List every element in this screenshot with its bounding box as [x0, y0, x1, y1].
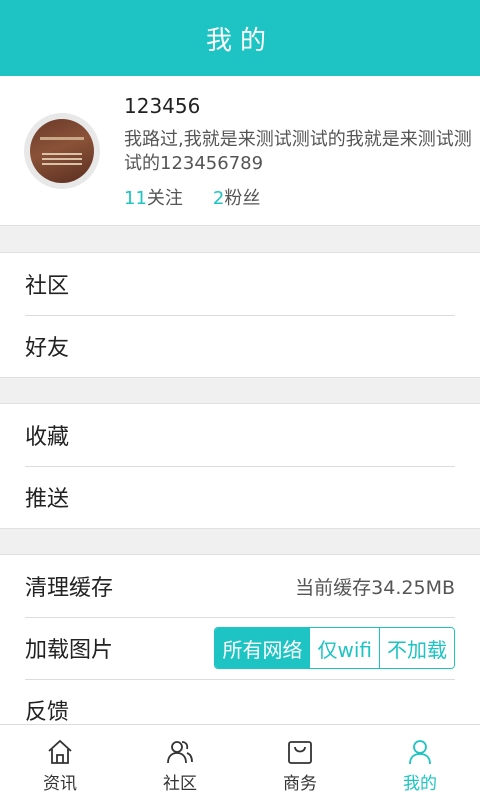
fans-label: 粉丝 — [224, 188, 261, 209]
menu-item-label: 收藏 — [25, 425, 70, 450]
menu-item-label: 清理缓存 — [25, 576, 114, 601]
menu-item-clear-cache[interactable]: 清理缓存 当前缓存34.25MB — [0, 555, 480, 617]
menu-item-label: 反馈 — [25, 700, 70, 725]
fans-count: 2 — [212, 188, 225, 209]
people-icon — [167, 741, 193, 764]
tab-label: 社区 — [163, 774, 197, 794]
username: 123456 — [124, 94, 201, 118]
page-header: 我的 — [0, 0, 480, 76]
option-all-networks[interactable]: 所有网络 — [215, 628, 310, 668]
home-icon — [48, 739, 72, 764]
menu-item-community[interactable]: 社区 — [0, 253, 480, 315]
following-stat[interactable]: 11关注 — [124, 184, 183, 210]
option-no-load[interactable]: 不加载 — [379, 628, 454, 668]
tab-label: 我的 — [403, 774, 437, 794]
profile-card[interactable]: 123456 我路过,我就是来测试测试的我就是来测试测试的123456789 1… — [0, 76, 480, 226]
page-title: 我的 — [205, 25, 274, 56]
menu-item-push[interactable]: 推送 — [0, 466, 480, 528]
menu-group-content: 收藏 推送 — [0, 403, 480, 529]
menu-item-feedback[interactable]: 反馈 — [0, 679, 480, 727]
avatar[interactable] — [24, 113, 100, 189]
fans-stat[interactable]: 2粉丝 — [213, 184, 260, 210]
profile-stats: 11关注 2粉丝 — [124, 184, 260, 210]
tab-mine[interactable]: 我的 — [360, 725, 480, 801]
option-wifi-only[interactable]: 仅wifi — [309, 628, 379, 668]
menu-group-social: 社区 好友 — [0, 252, 480, 378]
menu-group-settings: 清理缓存 当前缓存34.25MB 加载图片 所有网络 仅wifi 不加载 反馈 — [0, 554, 480, 728]
tab-community[interactable]: 社区 — [120, 725, 240, 801]
tab-business[interactable]: 商务 — [240, 725, 360, 801]
menu-item-label: 社区 — [25, 274, 70, 299]
menu-item-label: 推送 — [25, 487, 70, 512]
menu-item-friends[interactable]: 好友 — [0, 315, 480, 377]
image-load-selector: 所有网络 仅wifi 不加载 — [214, 627, 455, 669]
bag-icon — [288, 741, 312, 764]
cache-size: 当前缓存34.25MB — [295, 576, 455, 599]
tab-label: 商务 — [283, 774, 317, 794]
menu-item-label: 好友 — [25, 336, 70, 361]
person-icon — [409, 740, 431, 765]
signature: 我路过,我就是来测试测试的我就是来测试测试的123456789 — [124, 129, 472, 174]
bottom-tab-bar: 资讯 社区 商务 我的 — [0, 724, 480, 801]
tab-news[interactable]: 资讯 — [0, 725, 120, 801]
menu-item-load-images: 加载图片 所有网络 仅wifi 不加载 — [0, 617, 480, 679]
tab-label: 资讯 — [43, 774, 77, 794]
menu-item-label: 加载图片 — [25, 638, 114, 663]
following-label: 关注 — [146, 188, 183, 209]
menu-item-favorites[interactable]: 收藏 — [0, 404, 480, 466]
avatar-image — [30, 119, 94, 183]
following-count: 11 — [124, 188, 147, 209]
